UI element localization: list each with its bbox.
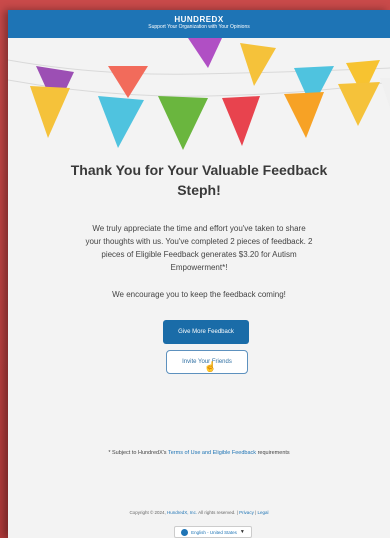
encourage-message: We encourage you to keep the feedback co… — [112, 290, 286, 299]
pennant — [338, 82, 380, 126]
pennant — [240, 43, 276, 86]
thank-you-content: Thank You for Your Valuable Feedback Ste… — [8, 160, 390, 301]
pennant — [188, 38, 222, 68]
separator: | — [236, 510, 238, 515]
pennant — [222, 96, 260, 146]
tagline: Support Your Organization with Your Opin… — [148, 24, 250, 30]
give-more-feedback-button[interactable]: Give More Feedback — [163, 320, 249, 344]
thank-you-title: Thank You for Your Valuable Feedback Ste… — [70, 162, 328, 198]
terms-link[interactable]: Terms of Use and Eligible Feedback — [168, 450, 256, 456]
globe-icon — [181, 528, 189, 536]
brand-logo: HUNDREDX — [174, 15, 224, 24]
copyright: Copyright © 2024, HundredX, Inc. All rig… — [8, 510, 390, 515]
page: HUNDREDX Support Your Organization with … — [8, 10, 390, 538]
privacy-link[interactable]: Privacy — [239, 510, 254, 515]
pennant — [30, 86, 70, 138]
pennant-banner — [8, 38, 390, 150]
hand-cursor-icon: ☝ — [204, 362, 217, 373]
company-link[interactable]: HundredX, Inc. — [167, 510, 197, 515]
chevron-down-icon: ▼ — [239, 529, 245, 535]
pennant — [284, 92, 324, 138]
language-selector[interactable]: English - United States ▼ — [174, 526, 252, 538]
pennant — [158, 96, 208, 150]
language-label: English - United States — [191, 529, 237, 535]
pennant — [98, 96, 144, 148]
header: HUNDREDX Support Your Organization with … — [8, 10, 390, 38]
footnote-suffix: requirements — [257, 450, 290, 456]
footnote-prefix: * Subject to HundredX's — [108, 450, 167, 456]
separator: | — [255, 510, 257, 515]
legal-link[interactable]: Legal — [258, 510, 269, 515]
footnote: * Subject to HundredX's Terms of Use and… — [8, 450, 390, 456]
pennant — [380, 78, 390, 108]
rights-text: All rights reserved. — [198, 510, 236, 515]
thank-you-message: We truly appreciate the time and effort … — [85, 224, 313, 272]
copyright-text: Copyright © 2024, — [129, 510, 166, 515]
